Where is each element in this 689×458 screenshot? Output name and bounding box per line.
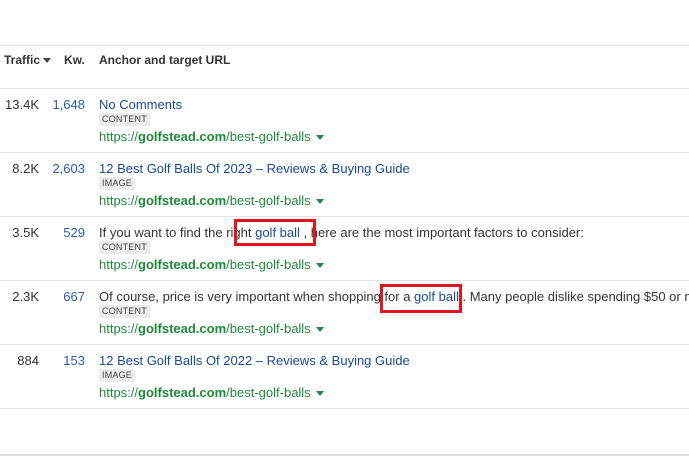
keywords-count-link[interactable]: 529 [63, 225, 85, 240]
traffic-value: 2.3K [12, 289, 39, 304]
anchor-link[interactable]: golf ball [414, 289, 459, 304]
kw-header-label: Kw. [64, 53, 85, 67]
table-row: 13.4K 1,648 No Comments CONTENT https://… [0, 89, 689, 153]
anchor-column-header: Anchor and target URL [99, 53, 230, 67]
url-prefix: https:// [99, 385, 139, 400]
url-domain: golfstead.com [138, 129, 227, 144]
target-url-link[interactable]: https://golfstead.com/best-golf-balls [99, 385, 324, 400]
target-url-link[interactable]: https://golfstead.com/best-golf-balls [99, 321, 324, 336]
sort-desc-icon[interactable] [43, 58, 52, 63]
traffic-value: 884 [17, 353, 39, 368]
table-row: 2.3K 667 Of course, price is very import… [0, 281, 689, 345]
target-url-link[interactable]: https://golfstead.com/best-golf-balls [99, 193, 324, 208]
url-menu-caret-icon[interactable] [315, 327, 324, 332]
snippet-text-after: , here are the most important factors to… [299, 225, 584, 240]
url-domain: golfstead.com [138, 321, 227, 336]
url-menu-caret-icon[interactable] [315, 263, 324, 268]
snippet-text-before: If you want to find the right [99, 225, 256, 240]
anchor-link[interactable]: golf ball [255, 225, 300, 240]
traffic-value: 3.5K [12, 225, 39, 240]
url-path: /best-golf-balls [226, 129, 311, 144]
target-url-link[interactable]: https://golfstead.com/best-golf-balls [99, 129, 324, 144]
target-url-link[interactable]: https://golfstead.com/best-golf-balls [99, 257, 324, 272]
keywords-column-header[interactable]: Kw. [64, 53, 85, 67]
keywords-count-link[interactable]: 153 [63, 353, 85, 368]
link-type-badge: IMAGE [99, 369, 136, 382]
link-type-badge: CONTENT [99, 305, 150, 318]
url-menu-caret-icon[interactable] [315, 391, 324, 396]
anchor-link[interactable]: 12 Best Golf Balls Of 2022 – Reviews & B… [99, 353, 410, 368]
traffic-value: 8.2K [12, 161, 39, 176]
keywords-count-link[interactable]: 2,603 [52, 161, 85, 176]
snippet-text-after: . Many people dislike spending $50 or mo… [458, 289, 689, 304]
table-row: 884 153 12 Best Golf Balls Of 2022 – Rev… [0, 345, 689, 409]
anchor-snippet: Of course, price is very important when … [99, 289, 689, 304]
keywords-count-link[interactable]: 667 [63, 289, 85, 304]
url-menu-caret-icon[interactable] [315, 135, 324, 140]
table-row: 3.5K 529 If you want to find the right g… [0, 217, 689, 281]
traffic-column-header[interactable]: Traffic [4, 53, 52, 67]
url-prefix: https:// [99, 257, 139, 272]
anchor-snippet: If you want to find the right golf ball … [99, 225, 584, 240]
traffic-header-label: Traffic [4, 53, 41, 67]
url-prefix: https:// [99, 321, 139, 336]
traffic-value: 13.4K [5, 97, 39, 112]
url-domain: golfstead.com [138, 385, 227, 400]
table-bottom-border [0, 454, 689, 456]
anchor-link[interactable]: No Comments [99, 97, 182, 112]
url-menu-caret-icon[interactable] [315, 199, 324, 204]
url-prefix: https:// [99, 129, 139, 144]
url-path: /best-golf-balls [226, 321, 311, 336]
url-path: /best-golf-balls [226, 193, 311, 208]
keywords-count-link[interactable]: 1,648 [52, 97, 85, 112]
url-domain: golfstead.com [138, 193, 227, 208]
url-domain: golfstead.com [138, 257, 227, 272]
anchor-header-label: Anchor and target URL [99, 53, 231, 67]
url-path: /best-golf-balls [226, 257, 311, 272]
link-type-badge: CONTENT [99, 241, 150, 254]
snippet-text-before: Of course, price is very important when … [99, 289, 415, 304]
table-row: 8.2K 2,603 12 Best Golf Balls Of 2023 – … [0, 153, 689, 217]
url-path: /best-golf-balls [226, 385, 311, 400]
anchor-link[interactable]: 12 Best Golf Balls Of 2023 – Reviews & B… [99, 161, 410, 176]
link-type-badge: CONTENT [99, 113, 150, 126]
url-prefix: https:// [99, 193, 139, 208]
link-type-badge: IMAGE [99, 177, 136, 190]
table-header: Traffic Kw. Anchor and target URL [0, 46, 689, 89]
